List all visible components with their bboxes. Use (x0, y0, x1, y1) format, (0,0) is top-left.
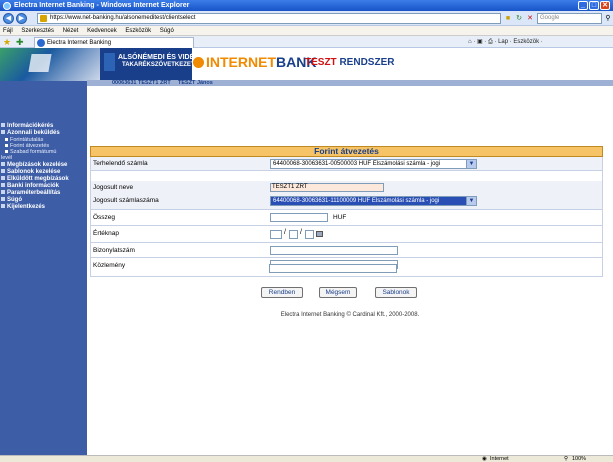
menu-file[interactable]: Fájl (3, 28, 13, 34)
tab-title: Electra Internet Banking (47, 40, 112, 46)
test-system-label: TESZT RENDSZER (305, 57, 394, 68)
beneficiary-name-field[interactable]: TESZT1 ZRT (270, 183, 384, 192)
window-title: Electra Internet Banking - Windows Inter… (14, 2, 190, 9)
comment-label: Közlemény (93, 262, 126, 269)
value-date-label: Értéknap (93, 230, 120, 237)
date-separator: / (284, 229, 286, 236)
currency-label: HUF (333, 214, 347, 221)
status-bar: ◉ Internet ⚲ 100% (0, 455, 613, 462)
menu-bar: Fájl Szerkesztés Nézet Kedvencek Eszközö… (0, 26, 613, 36)
comment-input-line2[interactable] (269, 264, 397, 273)
tab-favicon-icon (37, 39, 45, 47)
value-date-month[interactable] (289, 230, 298, 239)
sidebar-item-orders[interactable]: Megbízások kezelése (1, 162, 67, 169)
search-input[interactable]: Google (537, 13, 602, 24)
logged-user: TESZT János (178, 80, 213, 86)
sidebar-item-immediate-send[interactable]: Azonnali beküldés (1, 130, 60, 137)
calendar-icon[interactable] (316, 231, 323, 237)
beneficiary-account-select[interactable]: 64400068-30063631-11100009 HUF Elszámolá… (270, 196, 477, 206)
debit-account-row: Terhelendő számla 64400068-30063631-0050… (90, 157, 603, 171)
zoom-level[interactable]: 100% (572, 456, 586, 462)
url-text: https://www.net-banking.hu/alsonemedites… (50, 15, 196, 21)
templates-button[interactable]: Sablonok (375, 287, 417, 298)
sidebar-item-bank-info[interactable]: Banki információk (1, 183, 59, 190)
refresh-icon[interactable]: ↻ (514, 13, 524, 24)
beneficiary-block: Jogosult neve TESZT1 ZRT Jogosult számla… (90, 181, 603, 210)
sidebar-item-free-letter-cont[interactable]: levél (1, 155, 12, 162)
forward-button[interactable]: ▶ (16, 13, 27, 24)
footer-text: Electra Internet Banking © Cardinal Kft.… (280, 312, 420, 318)
bank-name-line2: TAKARÉKSZÖVETKEZET (122, 62, 195, 68)
stop-icon[interactable]: ✕ (525, 13, 535, 24)
internet-word: INTERNET (206, 54, 276, 70)
debit-account-select[interactable]: 64400068-30063631-00500003 HUF Elszámolá… (270, 159, 477, 169)
security-zone: Internet (490, 456, 509, 462)
reference-label: Bizonylatszám (93, 247, 135, 254)
sidebar-item-information[interactable]: Információkérés (1, 123, 53, 130)
sidebar-item-logout[interactable]: Kijelentkezés (1, 204, 45, 211)
ie-command-bar[interactable]: ⌂ · ▣ · ⎙ · Lap · Eszközök · (468, 37, 543, 48)
bank-mark-icon (104, 53, 115, 71)
client-account: 00063631 TESZT1 ZRT (112, 80, 171, 86)
tab-electra[interactable]: Electra Internet Banking (34, 37, 194, 48)
amount-row: Összeg HUF (90, 210, 603, 226)
test-word: TESZT (305, 57, 337, 68)
page-icon (40, 15, 47, 22)
sidebar-item-settings[interactable]: Paraméterbeállítás (1, 190, 60, 197)
page-title: Forint átvezetés (90, 146, 603, 157)
internetbank-logo: INTERNETBANK (193, 54, 316, 70)
ok-button[interactable]: Rendben (261, 287, 303, 298)
spacer-row (90, 171, 603, 181)
reference-row: Bizonylatszám (90, 243, 603, 258)
search-icon[interactable]: ⚲ (603, 13, 613, 24)
zoom-icon: ⚲ (564, 456, 569, 462)
sidebar-item-templates[interactable]: Sablonok kezelése (1, 169, 60, 176)
value-date-day[interactable] (305, 230, 314, 239)
menu-view[interactable]: Nézet (63, 28, 79, 34)
add-favorite-icon[interactable]: ✚ (16, 37, 26, 47)
favorites-star-icon[interactable]: ★ (3, 37, 13, 47)
chevron-down-icon: ▼ (466, 160, 476, 168)
system-word: RENDSZER (339, 57, 395, 68)
amount-input[interactable] (270, 213, 328, 222)
window-titlebar: Electra Internet Banking - Windows Inter… (0, 0, 613, 11)
globe-icon: ◉ (482, 456, 487, 462)
internetbank-ring-icon (193, 57, 204, 68)
menu-favorites[interactable]: Kedvencek (87, 28, 117, 34)
date-separator: / (300, 229, 302, 236)
sidebar: Információkérés Azonnali beküldés Forint… (0, 81, 87, 455)
menu-tools[interactable]: Eszközök (125, 28, 151, 34)
reference-input[interactable] (270, 246, 398, 255)
sidebar-item-free-letter[interactable]: Szabad formátumú (5, 149, 56, 156)
ie-icon (3, 1, 11, 10)
menu-edit[interactable]: Szerkesztés (21, 28, 54, 34)
debit-account-label: Terhelendő számla (93, 160, 148, 167)
bank-banner-image (0, 48, 100, 81)
bank-name-line1: ALSÓNÉMEDI ÉS VIDÉKE (118, 54, 204, 61)
amount-label: Összeg (93, 214, 116, 221)
lock-icon[interactable]: ■ (503, 13, 513, 24)
value-date-row: Értéknap / / (90, 226, 603, 243)
close-button[interactable]: ✕ (600, 1, 610, 10)
minimize-button[interactable]: _ (578, 1, 588, 10)
back-button[interactable]: ◀ (3, 13, 14, 24)
beneficiary-name-label: Jogosult neve (93, 184, 134, 191)
maximize-button[interactable]: □ (589, 1, 599, 10)
address-bar[interactable]: https://www.net-banking.hu/alsonemedites… (37, 13, 501, 24)
menu-help[interactable]: Súgó (160, 28, 174, 34)
beneficiary-account-label: Jogosult számlaszáma (93, 197, 159, 204)
value-date-year[interactable] (270, 230, 282, 239)
chevron-down-icon: ▼ (466, 197, 476, 205)
bank-logo: ALSÓNÉMEDI ÉS VIDÉKE TAKARÉKSZÖVETKEZET (100, 48, 204, 81)
sidebar-item-sent-orders[interactable]: Elküldött megbízások (1, 176, 69, 183)
cancel-button[interactable]: Mégsem (319, 287, 357, 298)
sidebar-item-help[interactable]: Súgó (1, 197, 22, 204)
